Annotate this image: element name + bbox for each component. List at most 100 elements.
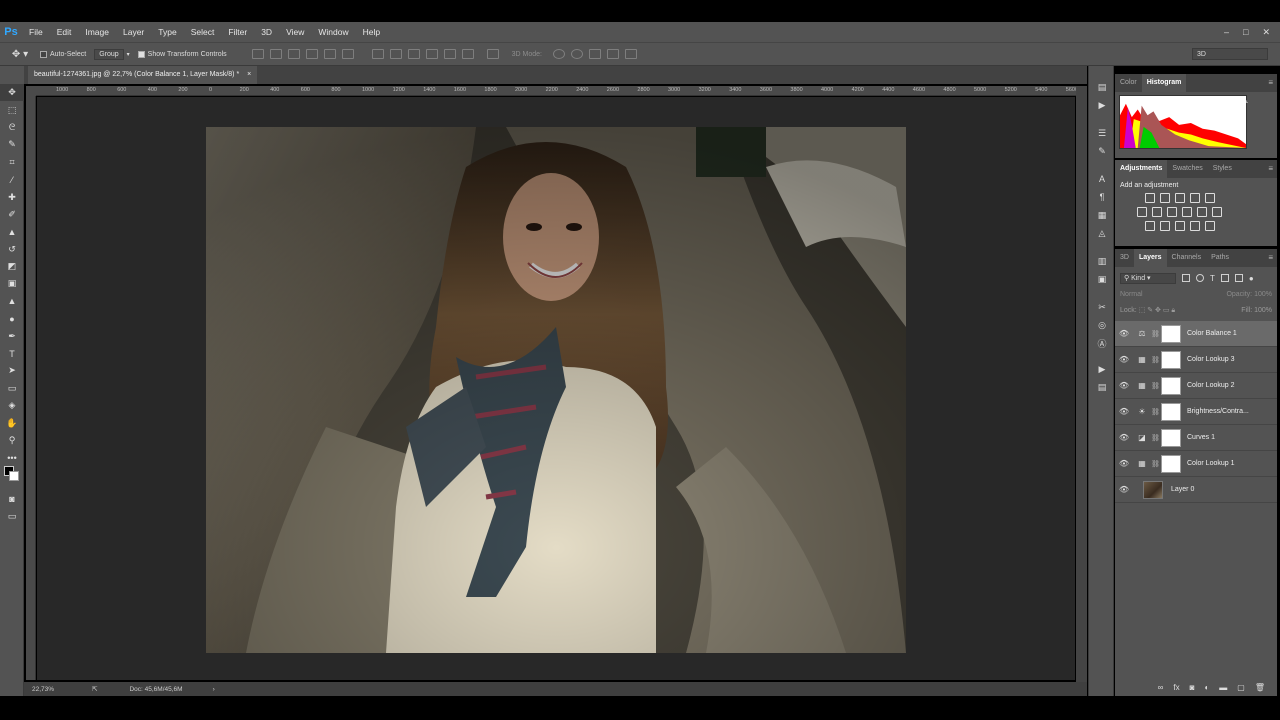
layer-row[interactable]: 👁︎ ▦ ⛓︎ Color Lookup 1 — [1115, 451, 1277, 477]
layer-row[interactable]: 👁︎ ▦ ⛓︎ Color Lookup 2 — [1115, 373, 1277, 399]
tab-channels[interactable]: Channels — [1167, 249, 1207, 267]
layer-visibility-eye-icon[interactable]: 👁︎ — [1115, 381, 1133, 390]
layer-filter-kind-dropdown[interactable]: ⚲ Kind ▾ — [1120, 272, 1176, 284]
status-menu-arrow-icon[interactable]: › — [213, 686, 215, 693]
show-transform-checkbox[interactable] — [137, 50, 145, 58]
mask-link-icon[interactable]: ⛓︎ — [1151, 330, 1160, 338]
color-balance-adjust-icon[interactable] — [1152, 207, 1162, 217]
color-lookup-icon[interactable]: ▦ — [1135, 457, 1149, 471]
add-mask-icon[interactable]: ◙ — [1190, 683, 1195, 692]
dodge-tool-icon[interactable]: ● — [0, 310, 24, 327]
menu-file[interactable]: File — [22, 22, 50, 42]
lock-icons[interactable]: ⬚ ✎ ✥ ▭ 🔒︎ — [1139, 307, 1175, 314]
filter-shape-icon[interactable] — [1220, 274, 1229, 282]
menu-select[interactable]: Select — [184, 22, 222, 42]
invert-icon[interactable] — [1145, 221, 1155, 231]
layer-mask-thumbnail[interactable] — [1161, 324, 1181, 343]
background-color-swatch[interactable] — [9, 471, 19, 481]
color-lookup-adjust-icon[interactable] — [1212, 207, 1222, 217]
layer-visibility-eye-icon[interactable]: 👁︎ — [1115, 329, 1133, 338]
channel-mixer-icon[interactable] — [1197, 207, 1207, 217]
new-group-icon[interactable]: ▬ — [1219, 683, 1227, 692]
maximize-button[interactable]: □ — [1243, 22, 1248, 42]
quick-select-tool-icon[interactable]: ✎ — [0, 136, 24, 153]
blur-tool-icon[interactable]: ▲ — [0, 293, 24, 310]
curves-adjust-icon[interactable] — [1175, 193, 1185, 203]
hue-saturation-icon[interactable] — [1137, 207, 1147, 217]
3d-scale-icon[interactable] — [625, 49, 638, 59]
3d-panel-icon[interactable]: ◎ — [1089, 316, 1115, 334]
brightness-contrast-icon[interactable] — [1145, 193, 1155, 203]
menu-3d[interactable]: 3D — [254, 22, 279, 42]
mask-link-icon[interactable]: ⛓︎ — [1151, 408, 1160, 416]
paragraph-styles-icon[interactable]: ◬ — [1089, 224, 1115, 242]
layer-mask-thumbnail[interactable] — [1161, 454, 1181, 473]
move-tool-preset-icon[interactable]: ✥ ▾ — [0, 49, 40, 60]
lasso-tool-icon[interactable]: ᘓ — [0, 119, 24, 136]
layer-visibility-eye-icon[interactable]: 👁︎ — [1115, 407, 1133, 416]
auto-select-type-dropdown[interactable]: Group — [94, 48, 124, 60]
path-select-tool-icon[interactable]: ➤ — [0, 362, 24, 379]
type-tool-icon[interactable]: T — [0, 345, 24, 362]
workspace-dropdown[interactable]: 3D — [1192, 48, 1268, 60]
close-button[interactable]: ✕ — [1262, 22, 1270, 42]
distribute-vcenter-icon[interactable] — [389, 49, 402, 59]
healing-brush-tool-icon[interactable]: ✚ — [0, 188, 24, 205]
menu-window[interactable]: Window — [311, 22, 355, 42]
adjustments-panel-menu-icon[interactable]: ≡ — [1268, 160, 1273, 178]
eraser-tool-icon[interactable]: ◩ — [0, 258, 24, 275]
vibrance-icon[interactable] — [1205, 193, 1215, 203]
menu-layer[interactable]: Layer — [116, 22, 151, 42]
new-adjustment-layer-icon[interactable]: ◐ — [1204, 683, 1209, 692]
color-lookup-icon[interactable]: ▦ — [1135, 353, 1149, 367]
filter-smart-object-icon[interactable] — [1234, 274, 1243, 282]
color-balance-icon[interactable]: ⚖ — [1135, 327, 1149, 341]
hand-tool-icon[interactable]: ✋ — [0, 414, 24, 431]
mask-link-icon[interactable]: ⛓︎ — [1151, 434, 1160, 442]
minimize-button[interactable]: – — [1224, 22, 1229, 42]
gradient-tool-icon[interactable]: ▣ — [0, 275, 24, 292]
character-styles-icon[interactable]: ▦ — [1089, 206, 1115, 224]
new-layer-icon[interactable]: ▢ — [1237, 683, 1245, 692]
mask-link-icon[interactable]: ⛓︎ — [1151, 460, 1160, 468]
mask-link-icon[interactable]: ⛓︎ — [1151, 382, 1160, 390]
export-icon[interactable]: ⇱ — [92, 685, 97, 693]
layer-row[interactable]: 👁︎ ☀ ⛓︎ Brightness/Contra... — [1115, 399, 1277, 425]
gradient-map-icon[interactable] — [1190, 221, 1200, 231]
menu-type[interactable]: Type — [151, 22, 183, 42]
3d-slide-icon[interactable] — [607, 49, 620, 59]
paragraph-panel-icon[interactable]: ¶ — [1089, 188, 1115, 206]
zoom-tool-icon[interactable]: ⚲ — [0, 432, 24, 449]
exposure-icon[interactable] — [1190, 193, 1200, 203]
blend-mode-dropdown[interactable]: Normal — [1120, 291, 1143, 298]
filter-type-icon[interactable]: T — [1210, 274, 1215, 283]
move-tool-icon[interactable]: ✥ — [0, 84, 24, 102]
delete-layer-icon[interactable]: 🗑︎ — [1255, 683, 1265, 692]
3d-drag-icon[interactable] — [589, 49, 602, 59]
layers-panel-menu-icon[interactable]: ≡ — [1268, 249, 1273, 267]
show-transform-option[interactable]: Show Transform Controls — [137, 50, 227, 58]
brightness-icon[interactable]: ☀ — [1135, 405, 1149, 419]
character-panel-icon[interactable]: A — [1089, 170, 1115, 188]
layer-row[interactable]: 👁︎ Layer 0 — [1115, 477, 1277, 503]
layer-row[interactable]: 👁︎ ⚖ ⛓︎ Color Balance 1 — [1115, 321, 1277, 347]
distribute-top-icon[interactable] — [371, 49, 384, 59]
info-panel-icon[interactable]: ▣ — [1089, 270, 1115, 288]
layer-visibility-eye-icon[interactable]: 👁︎ — [1115, 433, 1133, 442]
tab-color[interactable]: Color — [1115, 74, 1142, 92]
eyedropper-tool-icon[interactable]: ⁄ — [0, 171, 24, 188]
menu-help[interactable]: Help — [356, 22, 387, 42]
more-tools-icon[interactable]: ••• — [0, 449, 24, 466]
threshold-icon[interactable] — [1175, 221, 1185, 231]
filter-toggle-icon[interactable]: ● — [1249, 274, 1254, 283]
layer-visibility-eye-icon[interactable]: 👁︎ — [1115, 459, 1133, 468]
align-bottom-icon[interactable] — [287, 49, 300, 59]
zoom-level[interactable]: 22,73% — [32, 686, 92, 693]
opacity-value[interactable]: 100% — [1254, 291, 1272, 298]
layer-mask-thumbnail[interactable] — [1161, 350, 1181, 369]
document-tab-close-icon[interactable]: × — [247, 66, 251, 84]
brush-tool-icon[interactable]: ✐ — [0, 206, 24, 223]
selective-color-icon[interactable] — [1205, 221, 1215, 231]
tab-swatches[interactable]: Swatches — [1167, 160, 1207, 178]
photo-filter-icon[interactable] — [1182, 207, 1192, 217]
